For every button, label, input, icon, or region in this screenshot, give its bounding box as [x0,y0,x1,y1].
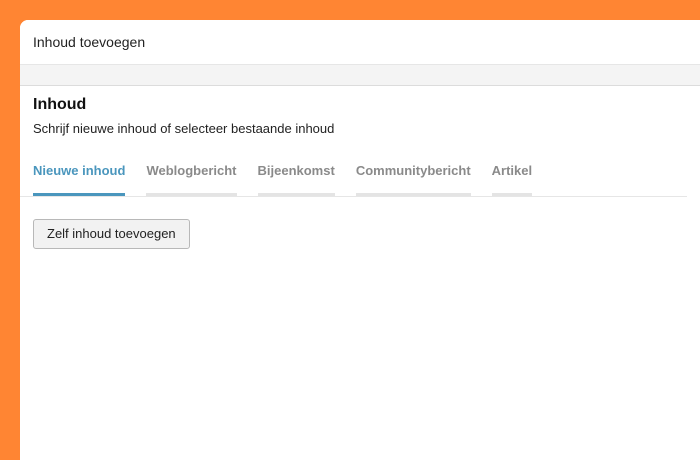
header-divider-bar [20,65,700,86]
add-content-self-button[interactable]: Zelf inhoud toevoegen [33,219,190,249]
add-content-dialog: Inhoud toevoegen Inhoud Schrijf nieuwe i… [20,20,700,460]
section-title: Inhoud [33,96,87,113]
tab-communitybericht[interactable]: Communitybericht [355,163,471,196]
content-type-tabs: Nieuwe inhoud Weblogbericht Bijeenkomst … [20,163,687,197]
tab-panel-nieuwe-inhoud: Zelf inhoud toevoegen [20,197,700,249]
tab-weblogbericht[interactable]: Weblogbericht [146,163,237,196]
tab-artikel[interactable]: Artikel [491,163,533,196]
content-section: Inhoud Schrijf nieuwe inhoud of selectee… [20,86,700,197]
dialog-title: Inhoud toevoegen [33,34,146,50]
dialog-header: Inhoud toevoegen [20,20,700,65]
section-subtitle: Schrijf nieuwe inhoud of selecteer besta… [33,121,335,136]
tab-bijeenkomst[interactable]: Bijeenkomst [257,163,335,196]
tab-nieuwe-inhoud[interactable]: Nieuwe inhoud [33,163,126,196]
